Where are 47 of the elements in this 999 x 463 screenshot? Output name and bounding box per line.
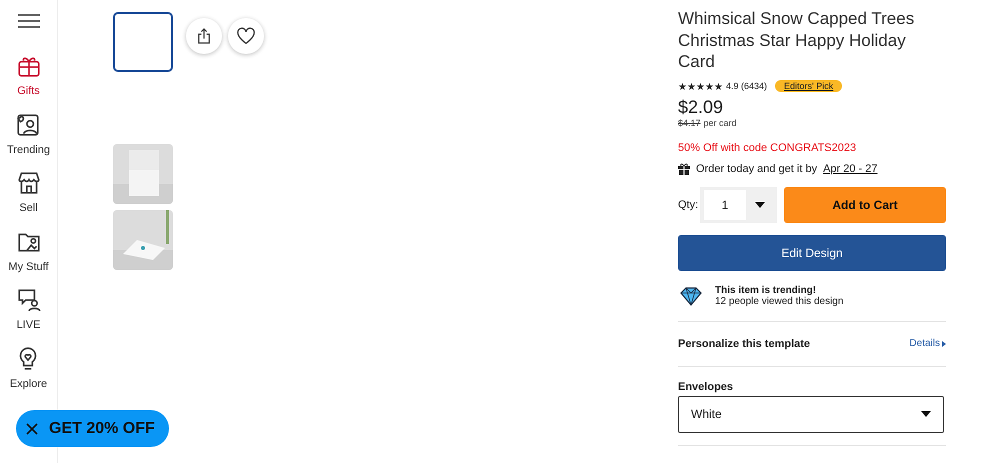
delivery-text: Order today and get it by — [696, 162, 818, 174]
sidebar-item[interactable]: Gifts — [16, 53, 42, 112]
promo-text: 50% Off with code CONGRATS2023 — [678, 142, 858, 154]
original-price: $4.17 — [678, 118, 701, 128]
star-icon: ★ — [714, 82, 723, 92]
unit-text: per card — [704, 118, 737, 128]
caret-icon — [755, 202, 765, 208]
menu-icon[interactable] — [18, 14, 40, 28]
star-icon: ★ — [687, 82, 696, 92]
star-icon: ★ — [696, 82, 705, 92]
star-icon: ★ — [678, 82, 687, 92]
price: $2.09 — [678, 96, 724, 118]
thumbnail[interactable] — [113, 210, 173, 270]
sidebar-item[interactable]: My Stuff — [8, 228, 49, 287]
thumbnail[interactable] — [113, 12, 173, 72]
add-to-cart-button[interactable]: Add to Cart — [784, 186, 946, 222]
sidebar-item[interactable]: LIVE — [16, 287, 42, 346]
rating-text: 4.9 (6434) — [726, 80, 768, 90]
share-button[interactable] — [186, 18, 222, 54]
personalize-label: Personalize this template — [678, 338, 810, 350]
qty-label: Qty: — [678, 198, 700, 210]
thumbnail[interactable] — [113, 144, 173, 204]
envelopes-select[interactable]: White — [678, 396, 944, 432]
share-icon — [197, 28, 211, 44]
close-icon — [26, 422, 38, 434]
caret-icon — [921, 411, 931, 417]
caret-icon — [942, 340, 946, 346]
gift-icon — [678, 162, 690, 174]
promo-button[interactable]: GET 20% OFF — [16, 410, 169, 447]
edit-design-button[interactable]: Edit Design — [678, 234, 946, 270]
editors-pick-badge[interactable]: Editors' Pick — [775, 80, 842, 92]
star-icon: ★ — [705, 82, 714, 92]
qty-select[interactable]: 1 — [700, 186, 777, 222]
details-link[interactable]: Details — [909, 338, 946, 349]
envelopes-label: Envelopes — [678, 380, 734, 392]
trending-subtitle: 12 people viewed this design — [715, 296, 844, 306]
store-icon — [16, 170, 42, 196]
sidebar-item[interactable]: Trending — [6, 112, 50, 170]
sidebar-item[interactable]: Sell — [16, 170, 42, 228]
heart-icon — [236, 27, 256, 45]
portrait-icon — [15, 112, 42, 138]
favorite-button[interactable] — [228, 18, 264, 54]
sidebar-item[interactable]: Explore — [10, 346, 48, 404]
product-title: Whimsical Snow Capped Trees Christmas Star Happy Holiday Card — [678, 8, 916, 72]
trending-title: This item is trending! — [715, 284, 818, 296]
delivery-date-link[interactable]: Apr 20 - 27 — [823, 162, 878, 174]
chat-person-icon — [16, 287, 42, 313]
